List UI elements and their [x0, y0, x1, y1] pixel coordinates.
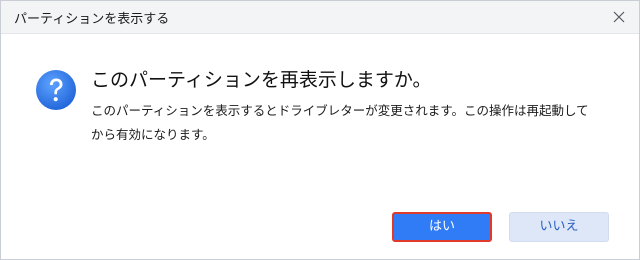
partition-dialog: パーティションを表示する このパーティションを再表示しますか。 このパーティショ… [0, 0, 640, 260]
close-icon [613, 11, 625, 23]
title-bar: パーティションを表示する [1, 1, 639, 34]
question-mark-icon [35, 69, 77, 111]
close-button[interactable] [609, 7, 629, 27]
window-title: パーティションを表示する [14, 12, 170, 27]
no-button[interactable]: いいえ [509, 212, 609, 242]
dialog-heading: このパーティションを再表示しますか。 [91, 69, 432, 91]
dialog-content: このパーティションを再表示しますか。 このパーティションを表示するとドライブレタ… [1, 34, 639, 259]
yes-button[interactable]: はい [392, 212, 492, 242]
dialog-message: このパーティションを表示するとドライブレターが変更されます。この操作は再起動して… [91, 103, 589, 142]
